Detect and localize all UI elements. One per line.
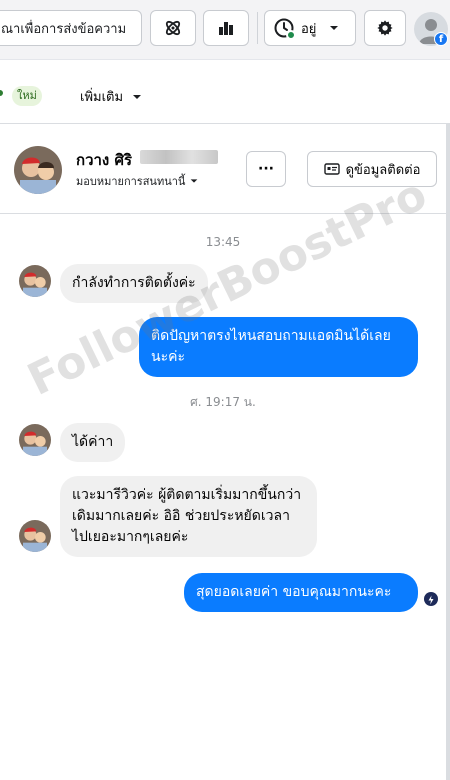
- message-avatar: [19, 265, 51, 297]
- toolbar-divider: [257, 12, 258, 44]
- availability-status-button[interactable]: อยู่: [264, 10, 356, 46]
- incoming-message[interactable]: กำลังทำการติดตั้งค่ะ: [60, 264, 208, 303]
- view-contact-button[interactable]: ดูข้อมูลติดต่อ: [307, 151, 437, 187]
- message-avatar: [19, 520, 51, 552]
- online-status-dot: [286, 30, 296, 40]
- more-filters-dropdown[interactable]: เพิ่มเติม: [80, 86, 143, 107]
- top-toolbar: ณาเพื่อการส่งข้อความ อยู่ f: [0, 0, 450, 60]
- redacted-name: [140, 150, 218, 164]
- contact-name: กวาง ศิริ: [76, 151, 133, 169]
- panel-border: [446, 124, 450, 780]
- atom-icon: [165, 20, 181, 36]
- new-badge[interactable]: ใหม่: [12, 86, 42, 106]
- ai-assistant-button[interactable]: [150, 10, 196, 46]
- incoming-message[interactable]: ได้ค่าา: [60, 423, 126, 462]
- facebook-icon: f: [434, 32, 448, 46]
- incoming-message[interactable]: แวะมารีวิวค่ะ ผู้ติดตามเริ่มมากขึ้นกว่าเ…: [60, 476, 317, 557]
- assign-label: มอบหมายการสนทนานี้: [76, 175, 186, 188]
- chevron-down-icon: [330, 26, 339, 30]
- view-contact-label: ดูข้อมูลติดต่อ: [345, 162, 421, 178]
- contact-avatar[interactable]: [14, 146, 62, 194]
- clock-icon: [273, 17, 296, 40]
- more-options-button[interactable]: ···: [246, 151, 286, 187]
- template-button-label: ณาเพื่อการส่งข้อความ: [1, 21, 127, 37]
- message-template-button[interactable]: ณาเพื่อการส่งข้อความ: [0, 10, 142, 46]
- chevron-down-icon: [191, 179, 198, 183]
- message-timestamp: ศ. 19:17 น.: [190, 395, 256, 409]
- assign-conversation-dropdown[interactable]: มอบหมายการสนทนานี้: [76, 172, 199, 190]
- id-card-icon: [323, 163, 340, 175]
- settings-button[interactable]: [364, 10, 406, 46]
- more-options-label: ···: [258, 161, 274, 177]
- message-avatar: [19, 424, 51, 456]
- gear-icon: [377, 20, 393, 36]
- outgoing-message[interactable]: สุดยอดเลยค่า ขอบคุณมากนะคะ: [184, 573, 418, 612]
- more-filters-label: เพิ่มเติม: [80, 90, 124, 105]
- insights-button[interactable]: [203, 10, 249, 46]
- bar-chart-icon: [219, 22, 233, 35]
- message-timestamp: 13:45: [205, 235, 241, 249]
- conversation-header: กวาง ศิริ มอบหมายการสนทนานี้ ··· ดูข้อมู…: [0, 124, 446, 214]
- outgoing-message[interactable]: ติดปัญหาตรงไหนสอบถามแอดมินได้เลยนะค่ะ: [139, 317, 418, 377]
- inbox-filter-row: [0, 60, 450, 124]
- status-label: อยู่: [301, 21, 317, 37]
- seen-status-icon: [424, 592, 438, 606]
- chevron-down-icon: [133, 94, 142, 99]
